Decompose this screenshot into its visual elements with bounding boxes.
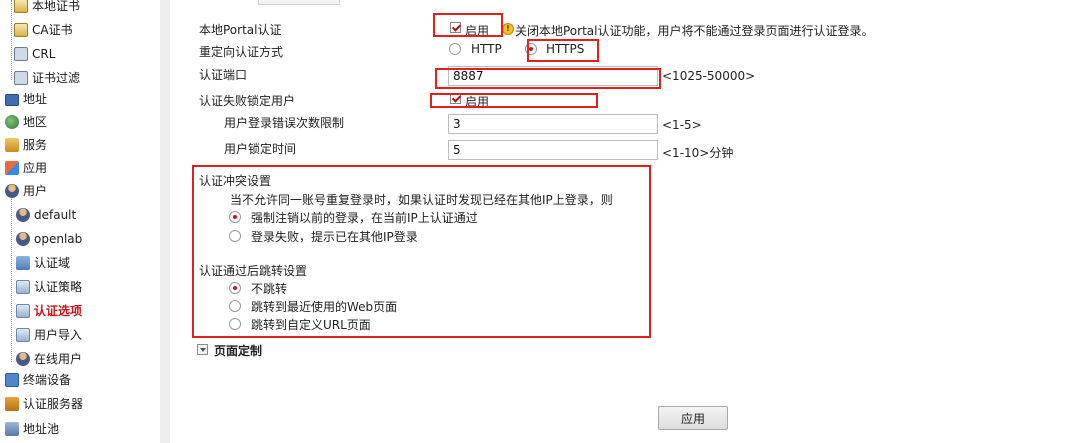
lock-user-checkbox[interactable] (450, 93, 461, 104)
certificate-icon (14, 0, 28, 13)
login-error-limit-label: 用户登录错误次数限制 (224, 116, 345, 130)
sidebar-item-user-import[interactable]: 用户导入 (16, 325, 82, 345)
sidebar-item-default[interactable]: default (16, 205, 76, 225)
redirect-custom-url-label: 跳转到自定义URL页面 (251, 318, 371, 332)
redirect-custom-url-radio[interactable] (229, 318, 241, 330)
local-portal-checkbox[interactable] (450, 22, 461, 33)
auth-option-icon (16, 304, 30, 318)
redirect-http-label: HTTP (471, 42, 502, 56)
sidebar-item-service[interactable]: 服务 (5, 135, 47, 155)
auth-policy-icon (16, 280, 30, 294)
lock-time-hint: <1-10>分钟 (662, 146, 734, 160)
page-custom-label[interactable]: 页面定制 (214, 342, 262, 359)
apply-button[interactable]: 应用 (658, 406, 728, 430)
redirect-recent-web-radio[interactable] (229, 300, 241, 312)
tree-line (11, 196, 12, 362)
redirect-https-label: HTTPS (546, 42, 585, 56)
sidebar-item-application[interactable]: 应用 (5, 158, 47, 178)
lock-user-label: 认证失败锁定用户 (199, 94, 296, 108)
crl-icon (14, 47, 28, 61)
sidebar-item-ca-cert[interactable]: CA证书 (14, 20, 73, 40)
conflict-login-fail-radio[interactable] (229, 230, 241, 242)
redirect-method-label: 重定向认证方式 (199, 45, 284, 59)
certificate-filter-icon (14, 71, 28, 85)
sidebar-item-user[interactable]: 用户 (5, 181, 47, 201)
tab-remnant (258, 0, 340, 5)
conflict-force-logout-radio[interactable] (229, 211, 241, 223)
user-icon (5, 184, 19, 198)
local-portal-enable-label: 启用 (465, 24, 490, 38)
lock-time-label: 用户锁定时间 (224, 142, 297, 156)
redirect-none-label: 不跳转 (251, 282, 288, 296)
auth-server-icon (5, 397, 19, 411)
conflict-description: 当不允许同一账号重复登录时，如果认证时发现已经在其他IP上登录，则 (230, 193, 613, 207)
user-group-icon (16, 208, 30, 222)
monitor-icon (5, 94, 19, 106)
redirect-none-radio[interactable] (229, 282, 241, 294)
user-group-icon (16, 232, 30, 246)
conflict-login-fail-label: 登录失败，提示已在其他IP登录 (251, 230, 418, 244)
sidebar-item-auth-server[interactable]: 认证服务器 (5, 394, 83, 414)
login-error-limit-input[interactable] (448, 114, 658, 134)
lock-time-input[interactable] (448, 140, 658, 160)
terminal-device-icon (5, 373, 19, 387)
sidebar-item-terminal-device[interactable]: 终端设备 (5, 370, 71, 390)
sidebar-item-auth-options[interactable]: 认证选项 (16, 301, 82, 321)
collapse-icon[interactable] (197, 344, 208, 355)
sidebar-item-auth-policy[interactable]: 认证策略 (16, 277, 82, 297)
online-user-icon (16, 352, 30, 366)
user-import-icon (16, 328, 30, 342)
tree-line (11, 0, 12, 80)
sidebar-item-openlab[interactable]: openlab (16, 229, 82, 249)
redirect-https-radio[interactable] (525, 43, 537, 55)
application-icon (5, 161, 19, 175)
auth-port-label: 认证端口 (199, 68, 248, 82)
sidebar-item-crl[interactable]: CRL (14, 44, 55, 64)
sidebar-divider (160, 0, 170, 443)
service-icon (5, 138, 19, 152)
auth-port-hint: <1025-50000> (662, 69, 756, 83)
local-portal-warning: 关闭本地Portal认证功能，用户将不能通过登录页面进行认证登录。 (515, 24, 874, 38)
redirect-http-radio[interactable] (449, 43, 461, 55)
login-error-limit-hint: <1-5> (662, 118, 702, 132)
conflict-force-logout-label: 强制注销以前的登录，在当前IP上认证通过 (251, 211, 478, 225)
warning-icon: ! (502, 23, 514, 35)
sidebar-item-local-cert[interactable]: 本地证书 (14, 0, 80, 16)
sidebar: 本地证书 CA证书 CRL 证书过滤 地址 地区 服务 应用 用户 defaul… (0, 0, 161, 443)
conflict-title: 认证冲突设置 (199, 174, 272, 188)
sidebar-item-auth-domain[interactable]: 认证域 (16, 253, 70, 273)
auth-port-input[interactable] (448, 66, 658, 86)
local-portal-label: 本地Portal认证 (199, 23, 282, 37)
sidebar-item-cert-filter[interactable]: 证书过滤 (14, 68, 80, 88)
redirect-recent-web-label: 跳转到最近使用的Web页面 (251, 300, 398, 314)
redirect-after-title: 认证通过后跳转设置 (199, 264, 308, 278)
sidebar-item-online-user[interactable]: 在线用户 (16, 349, 82, 369)
lock-user-enable-label: 启用 (465, 95, 490, 109)
sidebar-item-address-pool[interactable]: 地址池 (5, 419, 59, 439)
sidebar-item-region[interactable]: 地区 (5, 112, 47, 132)
globe-icon (5, 115, 19, 129)
certificate-icon (14, 23, 28, 37)
auth-domain-icon (16, 256, 30, 270)
sidebar-item-address[interactable]: 地址 (5, 89, 47, 109)
address-pool-icon (5, 422, 19, 436)
